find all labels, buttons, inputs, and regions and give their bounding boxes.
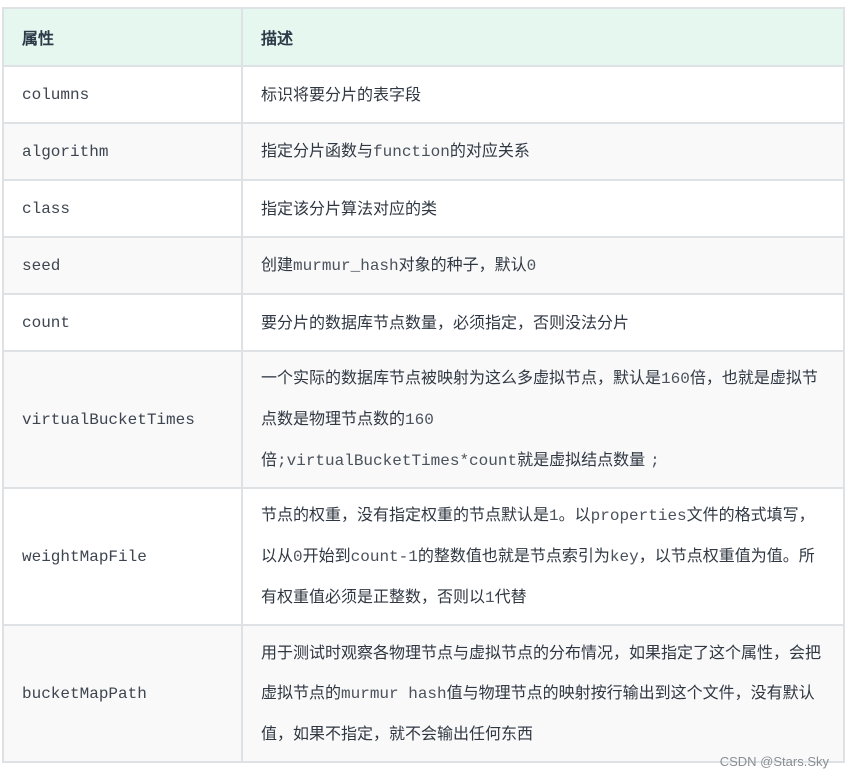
property-cell: columns [2,65,243,124]
description-cell: 用于测试时观察各物理节点与虚拟节点的分布情况，如果指定了这个属性，会把虚拟节点的… [241,624,845,763]
inline-code: function [373,143,450,161]
description-text: 的整数值也就是节点索引为 [417,546,610,565]
inline-code: key [609,548,639,566]
description-text: 对象的种子，默认 [398,255,527,274]
description-cell: 节点的权重，没有指定权重的节点默认是1。以properties文件的格式填写，以… [241,487,845,626]
inline-code: 0 [293,548,303,566]
description-text: 指定分片函数与 [261,141,374,160]
description-text: 开始到 [302,546,351,565]
inline-code: 160 [661,370,690,388]
table-row: count 要分片的数据库节点数量，必须指定，否则没法分片 [2,293,845,352]
description-text: 要分片的数据库节点数量，必须指定，否则没法分片 [261,312,630,332]
inline-code: count-1 [350,548,418,566]
description-text: 就是虚拟结点数量 [517,450,651,469]
table-row: algorithm 指定分片函数与function的对应关系 [2,122,845,181]
table-row: class 指定该分片算法对应的类 [2,179,845,238]
table-body: columns 标识将要分片的表字段 algorithm 指定分片函数与func… [2,65,845,763]
column-header-description: 描述 [241,7,845,67]
inline-code: properties [590,507,687,525]
property-cell: class [2,179,243,238]
description-text: 节点的权重，没有指定权重的节点默认是 [261,505,550,524]
description-text: 标识将要分片的表字段 [261,84,422,104]
property-cell: count [2,293,243,352]
description-cell: 创建murmur_hash对象的种子，默认0 [241,236,845,295]
attribute-table: 属性 描述 columns 标识将要分片的表字段 algorithm 指定分片函… [2,7,845,763]
property-cell: weightMapFile [2,487,243,626]
description-text: 指定该分片算法对应的类 [261,198,438,218]
inline-code: ;virtualBucketTimes*count [277,452,518,470]
page: 属性 描述 columns 标识将要分片的表字段 algorithm 指定分片函… [0,0,845,778]
description-text: 一个实际的数据库节点被映射为这么多虚拟节点，默认是 [261,368,662,387]
description-text: 倍 [261,450,278,469]
inline-code: 1 [485,589,495,607]
inline-code: 1 [549,507,559,525]
property-cell: bucketMapPath [2,624,243,763]
table-row: bucketMapPath 用于测试时观察各物理节点与虚拟节点的分布情况，如果指… [2,624,845,763]
column-header-property: 属性 [2,7,243,67]
table-row: seed 创建murmur_hash对象的种子，默认0 [2,236,845,295]
inline-code: murmur_hash [293,257,399,275]
inline-code: ; [650,452,660,470]
table-row: weightMapFile 节点的权重，没有指定权重的节点默认是1。以prope… [2,487,845,626]
inline-code: 0 [526,257,537,275]
description-text: 。以 [558,505,591,524]
property-cell: algorithm [2,122,243,181]
description-text: 的对应关系 [449,141,530,160]
table-header-row: 属性 描述 [2,7,845,67]
table-row: columns 标识将要分片的表字段 [2,65,845,124]
description-text: 代替 [494,587,527,606]
property-cell: virtualBucketTimes [2,350,243,489]
description-cell: 标识将要分片的表字段 [241,65,845,124]
inline-code: 160 [405,411,434,429]
description-text: 创建 [261,255,294,274]
property-cell: seed [2,236,243,295]
watermark: CSDN @Stars.Sky [719,754,829,769]
inline-code: murmur hash [341,685,447,703]
description-cell: 一个实际的数据库节点被映射为这么多虚拟节点，默认是160倍，也就是虚拟节点数是物… [241,350,845,489]
description-cell: 指定分片函数与function的对应关系 [241,122,845,181]
description-cell: 指定该分片算法对应的类 [241,179,845,238]
table-row: virtualBucketTimes 一个实际的数据库节点被映射为这么多虚拟节点… [2,350,845,489]
description-cell: 要分片的数据库节点数量，必须指定，否则没法分片 [241,293,845,352]
